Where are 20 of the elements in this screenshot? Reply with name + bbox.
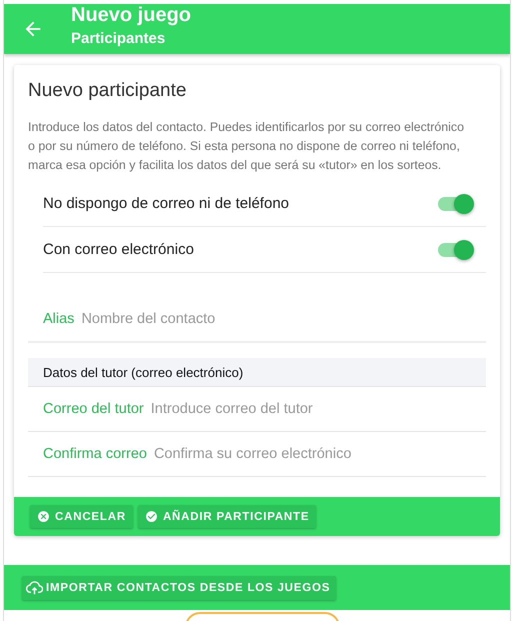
toggle-switch[interactable] bbox=[438, 196, 472, 210]
text-field[interactable]: Confirma su correo electrónico bbox=[154, 446, 486, 462]
add-button[interactable]: AÑADIR PARTICIPANTE bbox=[138, 505, 316, 528]
toggle-label: No dispongo de correo ni de teléfono bbox=[43, 195, 290, 212]
toggle-label: Con correo electrónico bbox=[43, 241, 194, 258]
toggle-switch[interactable] bbox=[438, 242, 472, 256]
cancel-button[interactable]: CANCELAR bbox=[30, 505, 133, 528]
section-header: Datos del tutor (correo electrónico) bbox=[28, 358, 486, 387]
screen-subtitle: Participantes bbox=[71, 29, 166, 49]
card-title: Nuevo participante bbox=[28, 79, 188, 103]
field-label: Correo del tutor bbox=[43, 401, 144, 417]
screen-title: Nuevo juego bbox=[71, 4, 192, 26]
cancel-icon bbox=[37, 510, 50, 523]
cloud-upload-icon bbox=[26, 580, 43, 594]
description-text: Introduce los datos del contacto. Puedes identificarlos por su correo electrónico o por su número de teléfono. Si esta persona no dispone de correo ni teléfono, marca esa opción y facilita los datos del que será su «tutor» en los sorteos. bbox=[28, 119, 465, 174]
text-field[interactable]: Introduce correo del tutor bbox=[150, 401, 486, 417]
field-label: Confirma correo bbox=[43, 446, 147, 462]
field-label: Alias bbox=[43, 311, 74, 327]
import-button[interactable]: IMPORTAR CONTACTOS DESDE LOS JUEGOS bbox=[22, 576, 336, 600]
text-field[interactable]: Nombre del contacto bbox=[81, 311, 486, 327]
